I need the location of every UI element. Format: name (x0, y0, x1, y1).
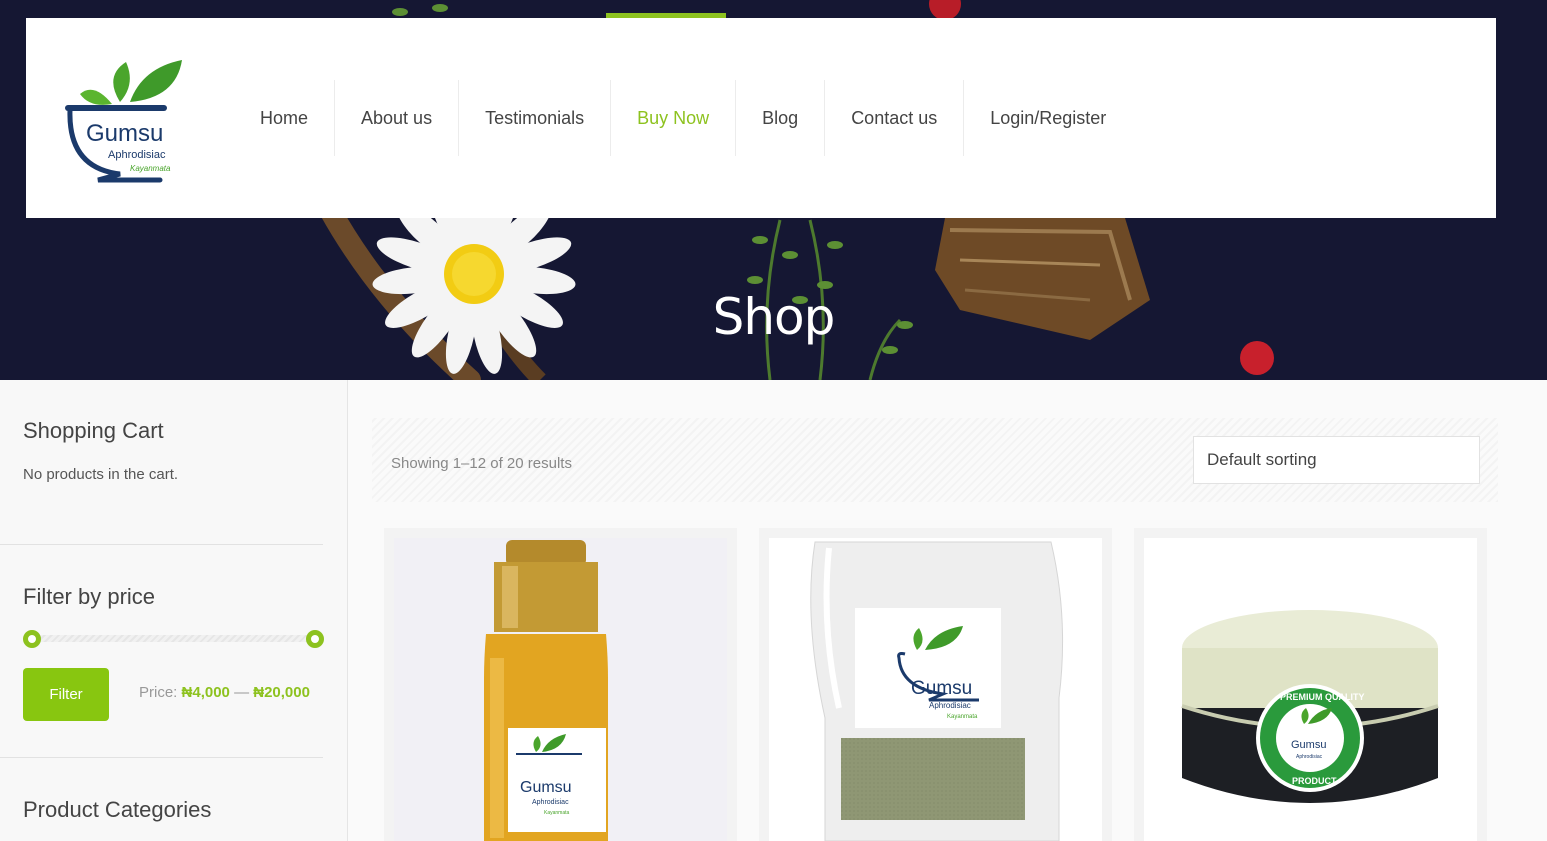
price-slider-max-handle[interactable] (306, 630, 324, 648)
nav-item-about-us[interactable]: About us (334, 80, 458, 156)
svg-text:Kayanmata: Kayanmata (544, 810, 570, 816)
price-min-value: ₦4,000 (181, 684, 230, 701)
price-slider-track[interactable] (32, 635, 315, 642)
shop-sidebar: Shopping Cart No products in the cart. F… (0, 380, 348, 841)
site-header: Gumsu Aphrodisiac Kayanmata Home About u… (26, 18, 1496, 218)
product-image[interactable]: Gumsu Aphrodisiac PREMIUM QUALITY PRODUC… (1144, 538, 1477, 841)
nav-item-login-register[interactable]: Login/Register (963, 80, 1132, 156)
cart-empty-message: No products in the cart. (23, 466, 179, 483)
site-logo[interactable]: Gumsu Aphrodisiac Kayanmata (64, 58, 189, 186)
price-filter-title: Filter by price (23, 584, 156, 609)
nav-item-blog[interactable]: Blog (735, 80, 824, 156)
svg-text:Gumsu: Gumsu (86, 120, 163, 147)
oil-bottle-image: Gumsu Aphrodisiac Kayanmata (484, 540, 608, 841)
price-separator: — (234, 684, 250, 701)
cream-jar-image: Gumsu Aphrodisiac PREMIUM QUALITY PRODUC… (1181, 610, 1439, 803)
svg-text:PREMIUM QUALITY: PREMIUM QUALITY (1280, 692, 1365, 702)
nav-item-home[interactable]: Home (234, 80, 334, 156)
svg-text:Kayanmata: Kayanmata (947, 714, 978, 720)
svg-text:Gumsu: Gumsu (520, 779, 572, 796)
shop-toolbar: Showing 1–12 of 20 results Default sorti… (372, 418, 1498, 502)
sort-select[interactable]: Default sorting (1193, 436, 1480, 484)
svg-text:PRODUCT: PRODUCT (1292, 776, 1337, 786)
product-image[interactable]: Gumsu Aphrodisiac Kayanmata (769, 538, 1102, 841)
svg-text:Kayanmata: Kayanmata (130, 164, 171, 173)
nav-item-buy-now[interactable]: Buy Now (610, 80, 735, 156)
categories-widget-title: Product Categories (23, 797, 212, 822)
svg-text:Aphrodisiac: Aphrodisiac (108, 149, 166, 161)
svg-text:Gumsu: Gumsu (1291, 739, 1326, 751)
svg-text:Gumsu: Gumsu (911, 678, 972, 699)
price-prefix: Price: (139, 684, 178, 701)
price-range-label: Price: ₦4,000 — ₦20,000 (139, 684, 310, 701)
price-slider-min-handle[interactable] (23, 630, 41, 648)
product-image[interactable]: Gumsu Aphrodisiac Kayanmata (394, 538, 727, 841)
nav-item-contact-us[interactable]: Contact us (824, 80, 963, 156)
gumsu-logo-icon: Gumsu Aphrodisiac Kayanmata (65, 60, 182, 183)
nav-item-testimonials[interactable]: Testimonials (458, 80, 610, 156)
widget-divider (0, 544, 323, 545)
main-nav: Home About us Testimonials Buy Now Blog … (234, 80, 1132, 156)
filter-button[interactable]: Filter (23, 668, 109, 721)
product-card[interactable]: Gumsu Aphrodisiac Kayanmata (759, 528, 1112, 841)
product-card[interactable]: Gumsu Aphrodisiac Kayanmata (384, 528, 737, 841)
result-count: Showing 1–12 of 20 results (391, 455, 572, 472)
price-max-value: ₦20,000 (253, 684, 310, 701)
page-title: Shop (712, 288, 836, 346)
cart-widget-title: Shopping Cart (23, 418, 164, 443)
svg-text:Aphrodisiac: Aphrodisiac (532, 799, 569, 806)
svg-text:Aphrodisiac: Aphrodisiac (929, 701, 971, 710)
widget-divider (0, 757, 323, 758)
product-card[interactable]: Gumsu Aphrodisiac PREMIUM QUALITY PRODUC… (1134, 528, 1487, 841)
svg-text:Aphrodisiac: Aphrodisiac (1296, 754, 1323, 760)
powder-pouch-image: Gumsu Aphrodisiac Kayanmata (810, 541, 1064, 841)
